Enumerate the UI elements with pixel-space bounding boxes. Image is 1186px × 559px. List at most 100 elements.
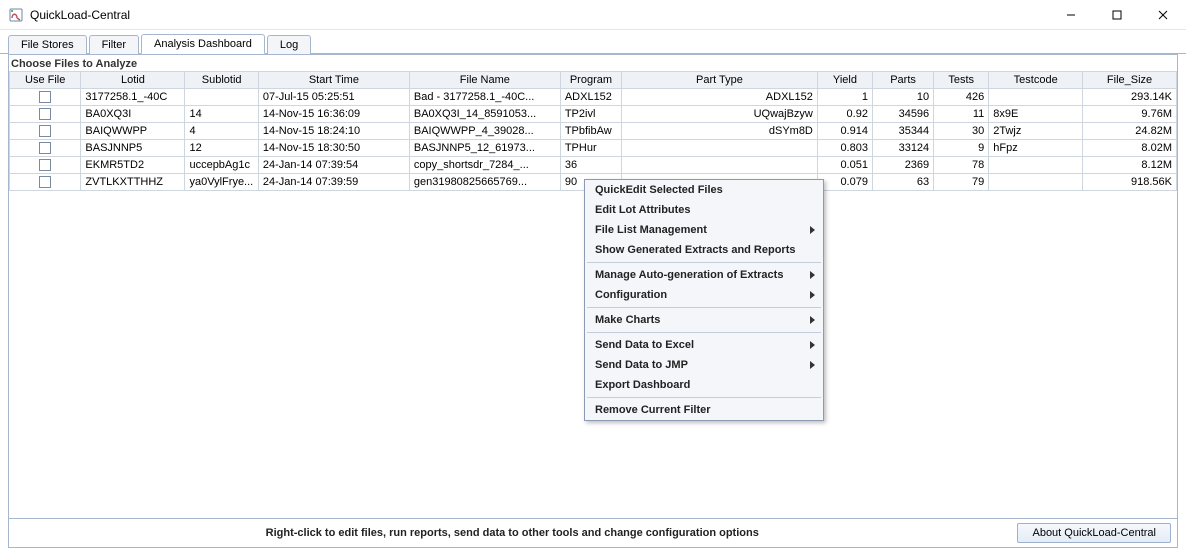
cell-yield[interactable]: 1 xyxy=(817,89,872,106)
cell-file-name[interactable]: copy_shortsdr_7284_... xyxy=(409,157,560,174)
use-file-checkbox[interactable] xyxy=(39,91,51,103)
cell-sublotid[interactable] xyxy=(185,89,258,106)
cell-file-size[interactable]: 918.56K xyxy=(1083,174,1177,191)
cell-lotid[interactable]: BA0XQ3I xyxy=(81,106,185,123)
cell-testcode[interactable] xyxy=(989,89,1083,106)
cell-file-size[interactable]: 8.12M xyxy=(1083,157,1177,174)
col-file-size[interactable]: File_Size xyxy=(1083,72,1177,89)
cell-start-time[interactable]: 14-Nov-15 16:36:09 xyxy=(258,106,409,123)
cell-file-name[interactable]: BASJNNP5_12_61973... xyxy=(409,140,560,157)
menu-item[interactable]: Make Charts xyxy=(585,310,823,330)
table-row[interactable]: BA0XQ3I1414-Nov-15 16:36:09BA0XQ3I_14_85… xyxy=(10,106,1177,123)
cell-program[interactable]: TPbfibAw xyxy=(560,123,621,140)
menu-item[interactable]: Show Generated Extracts and Reports xyxy=(585,240,823,260)
table-row[interactable]: BASJNNP51214-Nov-15 18:30:50BASJNNP5_12_… xyxy=(10,140,1177,157)
cell-parts[interactable]: 34596 xyxy=(872,106,933,123)
cell-yield[interactable]: 0.92 xyxy=(817,106,872,123)
cell-testcode[interactable] xyxy=(989,174,1083,191)
cell-start-time[interactable]: 14-Nov-15 18:30:50 xyxy=(258,140,409,157)
table-row[interactable]: BAIQWWPP414-Nov-15 18:24:10BAIQWWPP_4_39… xyxy=(10,123,1177,140)
table-row[interactable]: EKMR5TD2uccepbAg1c24-Jan-14 07:39:54copy… xyxy=(10,157,1177,174)
close-button[interactable] xyxy=(1140,0,1186,30)
use-file-checkbox-cell[interactable] xyxy=(10,106,81,123)
use-file-checkbox[interactable] xyxy=(39,159,51,171)
col-program[interactable]: Program xyxy=(560,72,621,89)
cell-part-type[interactable]: dSYm8D xyxy=(622,123,818,140)
use-file-checkbox-cell[interactable] xyxy=(10,123,81,140)
cell-yield[interactable]: 0.079 xyxy=(817,174,872,191)
cell-program[interactable]: 36 xyxy=(560,157,621,174)
about-button[interactable]: About QuickLoad-Central xyxy=(1017,523,1171,543)
cell-parts[interactable]: 35344 xyxy=(872,123,933,140)
minimize-button[interactable] xyxy=(1048,0,1094,30)
cell-tests[interactable]: 11 xyxy=(934,106,989,123)
menu-item[interactable]: Remove Current Filter xyxy=(585,400,823,420)
menu-item[interactable]: Send Data to Excel xyxy=(585,335,823,355)
menu-item[interactable]: Export Dashboard xyxy=(585,375,823,395)
col-sublotid[interactable]: Sublotid xyxy=(185,72,258,89)
cell-testcode[interactable]: hFpz xyxy=(989,140,1083,157)
cell-sublotid[interactable]: 4 xyxy=(185,123,258,140)
cell-file-size[interactable]: 9.76M xyxy=(1083,106,1177,123)
cell-parts[interactable]: 10 xyxy=(872,89,933,106)
use-file-checkbox-cell[interactable] xyxy=(10,89,81,106)
cell-file-name[interactable]: Bad - 3177258.1_-40C... xyxy=(409,89,560,106)
menu-item[interactable]: File List Management xyxy=(585,220,823,240)
cell-sublotid[interactable]: 14 xyxy=(185,106,258,123)
cell-yield[interactable]: 0.051 xyxy=(817,157,872,174)
cell-sublotid[interactable]: uccepbAg1c xyxy=(185,157,258,174)
cell-file-size[interactable]: 8.02M xyxy=(1083,140,1177,157)
col-file-name[interactable]: File Name xyxy=(409,72,560,89)
tab-filter[interactable]: Filter xyxy=(89,35,139,54)
col-part-type[interactable]: Part Type xyxy=(622,72,818,89)
use-file-checkbox[interactable] xyxy=(39,108,51,120)
menu-item[interactable]: Configuration xyxy=(585,285,823,305)
use-file-checkbox-cell[interactable] xyxy=(10,140,81,157)
cell-lotid[interactable]: BASJNNP5 xyxy=(81,140,185,157)
cell-file-name[interactable]: BAIQWWPP_4_39028... xyxy=(409,123,560,140)
use-file-checkbox[interactable] xyxy=(39,176,51,188)
col-tests[interactable]: Tests xyxy=(934,72,989,89)
cell-start-time[interactable]: 07-Jul-15 05:25:51 xyxy=(258,89,409,106)
maximize-button[interactable] xyxy=(1094,0,1140,30)
col-yield[interactable]: Yield xyxy=(817,72,872,89)
col-parts[interactable]: Parts xyxy=(872,72,933,89)
cell-file-name[interactable]: gen31980825665769... xyxy=(409,174,560,191)
cell-part-type[interactable] xyxy=(622,140,818,157)
col-use-file[interactable]: Use File xyxy=(10,72,81,89)
cell-tests[interactable]: 30 xyxy=(934,123,989,140)
context-menu[interactable]: QuickEdit Selected FilesEdit Lot Attribu… xyxy=(584,179,824,421)
menu-item[interactable]: Manage Auto-generation of Extracts xyxy=(585,265,823,285)
cell-sublotid[interactable]: 12 xyxy=(185,140,258,157)
cell-yield[interactable]: 0.803 xyxy=(817,140,872,157)
cell-start-time[interactable]: 24-Jan-14 07:39:59 xyxy=(258,174,409,191)
cell-parts[interactable]: 63 xyxy=(872,174,933,191)
cell-tests[interactable]: 426 xyxy=(934,89,989,106)
cell-sublotid[interactable]: ya0VylFrye... xyxy=(185,174,258,191)
use-file-checkbox-cell[interactable] xyxy=(10,157,81,174)
cell-part-type[interactable]: UQwajBzyw xyxy=(622,106,818,123)
cell-part-type[interactable]: ADXL152 xyxy=(622,89,818,106)
cell-lotid[interactable]: 3177258.1_-40C xyxy=(81,89,185,106)
menu-item[interactable]: QuickEdit Selected Files xyxy=(585,180,823,200)
menu-item[interactable]: Send Data to JMP xyxy=(585,355,823,375)
cell-tests[interactable]: 79 xyxy=(934,174,989,191)
cell-testcode[interactable] xyxy=(989,157,1083,174)
use-file-checkbox-cell[interactable] xyxy=(10,174,81,191)
col-lotid[interactable]: Lotid xyxy=(81,72,185,89)
col-testcode[interactable]: Testcode xyxy=(989,72,1083,89)
cell-testcode[interactable]: 2Twjz xyxy=(989,123,1083,140)
cell-tests[interactable]: 9 xyxy=(934,140,989,157)
cell-program[interactable]: TPHur xyxy=(560,140,621,157)
cell-parts[interactable]: 33124 xyxy=(872,140,933,157)
cell-part-type[interactable] xyxy=(622,157,818,174)
cell-start-time[interactable]: 14-Nov-15 18:24:10 xyxy=(258,123,409,140)
use-file-checkbox[interactable] xyxy=(39,142,51,154)
cell-testcode[interactable]: 8x9E xyxy=(989,106,1083,123)
menu-item[interactable]: Edit Lot Attributes xyxy=(585,200,823,220)
cell-file-name[interactable]: BA0XQ3I_14_8591053... xyxy=(409,106,560,123)
cell-program[interactable]: ADXL152 xyxy=(560,89,621,106)
cell-lotid[interactable]: ZVTLKXTTHHZ xyxy=(81,174,185,191)
cell-start-time[interactable]: 24-Jan-14 07:39:54 xyxy=(258,157,409,174)
cell-program[interactable]: TP2ivl xyxy=(560,106,621,123)
